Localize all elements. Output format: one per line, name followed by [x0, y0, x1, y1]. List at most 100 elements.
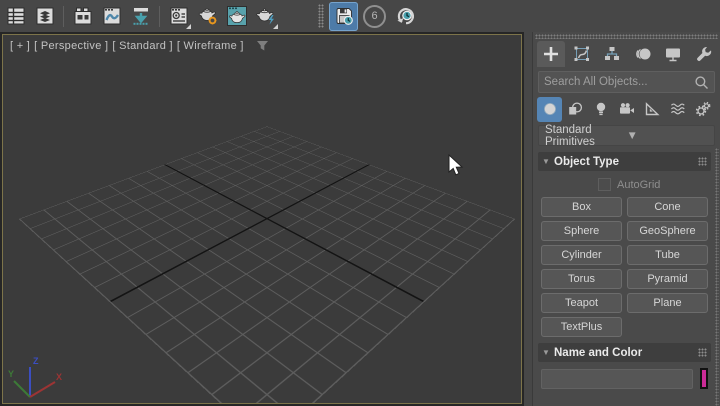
viewport-renderer-menu[interactable]: [ Standard ]: [112, 40, 172, 52]
axis-y-label: Y: [8, 369, 14, 379]
category-shapes[interactable]: [563, 97, 588, 122]
object-color-swatch[interactable]: [700, 368, 708, 389]
material-editor-icon: [168, 5, 190, 27]
sphere-button[interactable]: Sphere: [541, 221, 622, 241]
curve-editor-icon: [101, 5, 123, 27]
layer-explorer-button[interactable]: [30, 2, 59, 31]
material-editor-button[interactable]: [164, 2, 193, 31]
render-production-icon: [254, 4, 278, 28]
name-color-body: [538, 364, 711, 393]
lights-bulb-icon: [593, 101, 609, 117]
tab-modify[interactable]: [568, 41, 596, 67]
systems-gears-icon: [695, 101, 711, 117]
viewport-label: [ + ] [ Perspective ] [ Standard ] [ Wir…: [10, 40, 269, 52]
ribbon-toggle-icon: [72, 5, 94, 27]
search-placeholder: Search All Objects...: [544, 76, 694, 88]
world-axis-tripod: Z Y X: [5, 349, 65, 404]
render-setup-button[interactable]: [193, 2, 222, 31]
tube-button[interactable]: Tube: [627, 245, 708, 265]
category-geometry[interactable]: [537, 97, 562, 122]
viewport-shading-menu[interactable]: [ Wireframe ]: [177, 40, 244, 52]
search-icon: [694, 75, 709, 90]
box-button[interactable]: Box: [541, 197, 622, 217]
autobackup-count-badge[interactable]: 6: [363, 5, 386, 28]
space-warps-icon: [670, 101, 686, 117]
viewport-filter-icon[interactable]: [256, 40, 269, 52]
cylinder-button[interactable]: Cylinder: [541, 245, 622, 265]
tab-hierarchy[interactable]: [598, 41, 626, 67]
teapot-button[interactable]: Teapot: [541, 293, 622, 313]
category-lights[interactable]: [588, 97, 613, 122]
object-type-title: Object Type: [554, 156, 698, 168]
object-type-rollout-header[interactable]: ▼ Object Type: [538, 152, 711, 171]
perspective-viewport[interactable]: [ + ] [ Perspective ] [ Standard ] [ Wir…: [2, 34, 522, 404]
search-field[interactable]: Search All Objects...: [538, 71, 715, 93]
tab-create[interactable]: [537, 41, 565, 67]
primitive-category-dropdown[interactable]: Standard Primitives ▼: [538, 125, 715, 146]
panel-gutter: [524, 32, 532, 406]
create-plus-icon: [542, 45, 560, 63]
textplus-button[interactable]: TextPlus: [541, 317, 622, 337]
rollout-drag-grip[interactable]: [698, 157, 707, 166]
torus-button[interactable]: Torus: [541, 269, 622, 289]
render-production-button[interactable]: [251, 2, 280, 31]
schematic-view-icon: [130, 5, 152, 27]
viewport-frame: [ + ] [ Perspective ] [ Standard ] [ Wir…: [0, 32, 524, 406]
tab-motion[interactable]: [629, 41, 657, 67]
toolbar-grip[interactable]: [318, 4, 324, 28]
curve-editor-button[interactable]: [97, 2, 126, 31]
motion-icon: [634, 45, 652, 63]
helpers-setsquare-icon: [644, 101, 660, 117]
object-type-buttons: Box Cone Sphere GeoSphere Cylinder Tube …: [538, 196, 711, 343]
3dsmax-window: 6 [ + ] [ Perspective ] [ Standard ] [ W…: [0, 0, 720, 406]
shapes-icon: [567, 101, 583, 117]
autogrid-row: AutoGrid: [538, 173, 711, 196]
plane-button[interactable]: Plane: [627, 293, 708, 313]
tab-display[interactable]: [659, 41, 687, 67]
dropdown-value: Standard Primitives: [545, 124, 627, 148]
name-color-rollout-header[interactable]: ▼ Name and Color: [538, 343, 711, 362]
rollout-collapse-icon: ▼: [542, 157, 554, 166]
workspace: [ + ] [ Perspective ] [ Standard ] [ Wir…: [0, 32, 720, 406]
render-setup-icon: [196, 4, 220, 28]
rendered-frame-window-icon: [225, 4, 249, 28]
autobackup-count-value: 6: [371, 10, 377, 22]
display-icon: [664, 45, 682, 63]
category-cameras[interactable]: [614, 97, 639, 122]
modify-icon: [573, 45, 591, 63]
command-panel-tabs: [533, 39, 720, 67]
tab-utilities[interactable]: [690, 41, 718, 67]
utilities-wrench-icon: [695, 45, 713, 63]
name-color-title: Name and Color: [554, 347, 698, 359]
object-name-input[interactable]: [541, 369, 693, 389]
geosphere-button[interactable]: GeoSphere: [627, 221, 708, 241]
main-toolbar: 6: [0, 0, 720, 32]
category-space-warps[interactable]: [665, 97, 690, 122]
command-panel: Search All Objects...: [532, 32, 720, 406]
category-helpers[interactable]: [640, 97, 665, 122]
axis-z-label: Z: [33, 356, 39, 366]
scene-explorer-button[interactable]: [1, 2, 30, 31]
geometry-sphere-icon: [542, 101, 558, 117]
viewport-pov-menu[interactable]: [ Perspective ]: [34, 40, 108, 52]
axis-x-label: X: [56, 372, 62, 382]
category-systems[interactable]: [691, 97, 716, 122]
autobackup-restore-button[interactable]: [391, 2, 420, 31]
schematic-view-button[interactable]: [126, 2, 155, 31]
rollout-drag-grip[interactable]: [698, 348, 707, 357]
cameras-icon: [618, 101, 635, 117]
viewport-general-menu[interactable]: [ + ]: [10, 40, 30, 52]
rollout-area: ▼ Object Type AutoGrid Box Cone Sphere G…: [533, 148, 720, 406]
autogrid-checkbox[interactable]: [598, 178, 611, 191]
pyramid-button[interactable]: Pyramid: [627, 269, 708, 289]
ribbon-toggle-button[interactable]: [68, 2, 97, 31]
rendered-frame-window-button[interactable]: [222, 2, 251, 31]
chevron-down-icon: ▼: [627, 130, 709, 142]
toolbar-separator: [159, 6, 160, 27]
rollout-collapse-icon: ▼: [542, 348, 554, 357]
autobackup-toggle-button[interactable]: [329, 2, 358, 31]
hierarchy-icon: [603, 45, 621, 63]
cone-button[interactable]: Cone: [627, 197, 708, 217]
autobackup-icon: [333, 5, 355, 27]
autogrid-label: AutoGrid: [617, 179, 660, 191]
